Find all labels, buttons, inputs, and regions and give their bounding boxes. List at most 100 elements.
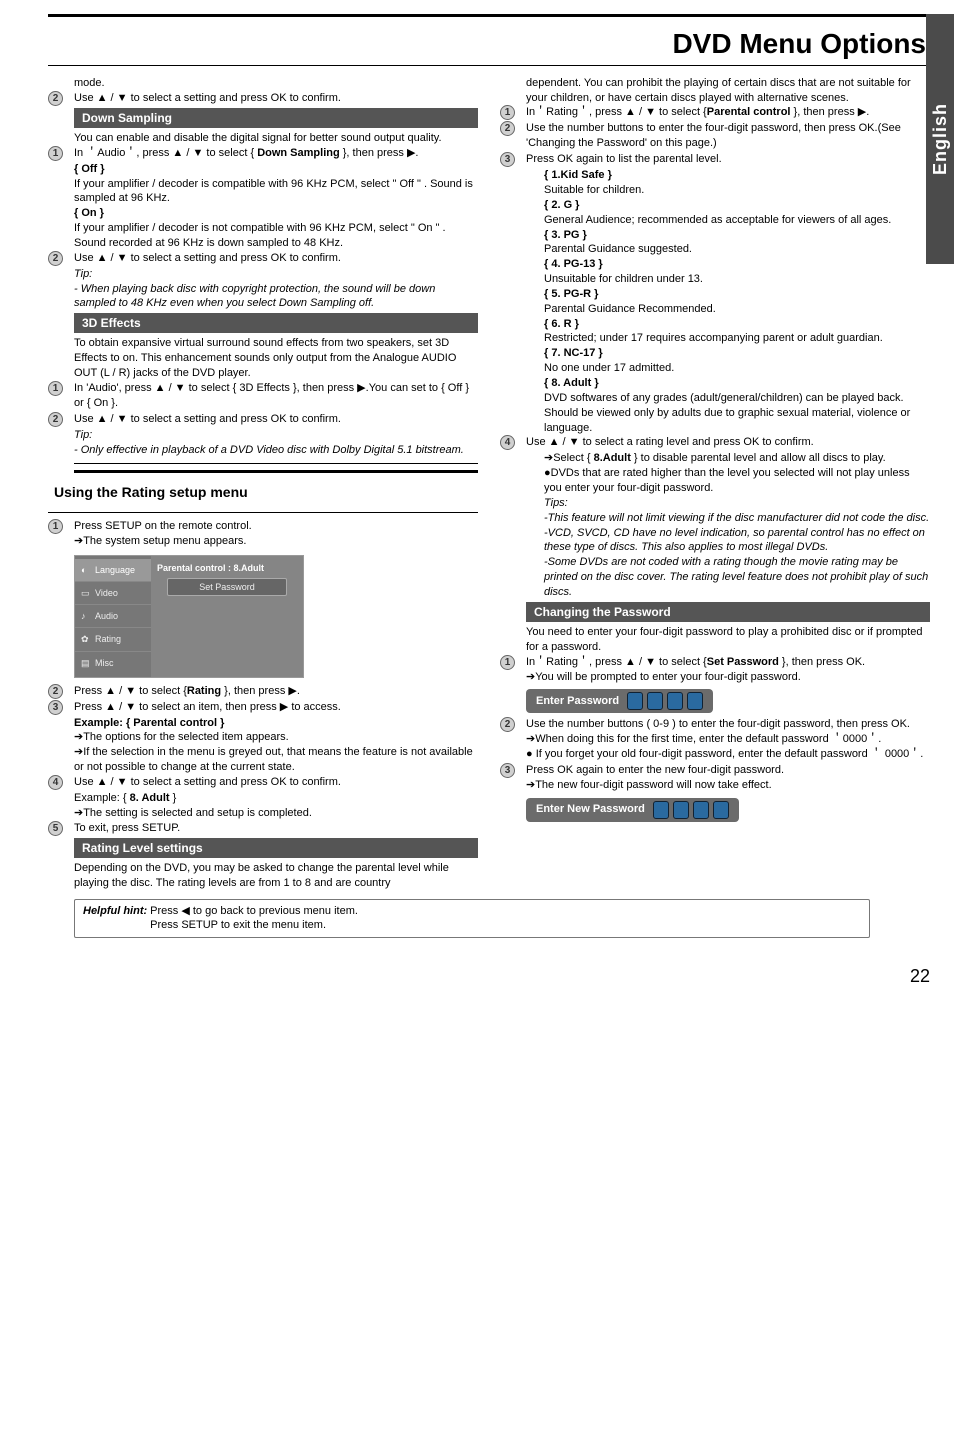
text: Restricted; under 17 requires accompanyi… (544, 331, 930, 346)
menu-tab: ◐Language (75, 559, 151, 582)
heading-down-sampling: Down Sampling (74, 108, 478, 128)
text: Press ▲ / ▼ to select an item, then pres… (74, 700, 478, 715)
text: Use ▲ / ▼ to select a setting and press … (74, 775, 478, 790)
text: mode. (48, 76, 478, 91)
hint-line: Press ◀ to go back to previous menu item… (150, 904, 358, 919)
text: ➔The system setup menu appears. (74, 534, 478, 549)
text: ➔The options for the selected item appea… (48, 730, 478, 745)
text: ➔The new four-digit password will now ta… (526, 778, 930, 793)
step-1-icon: 1 (48, 519, 63, 534)
tip-text: - When playing back disc with copyright … (48, 282, 478, 312)
text: In＇Rating＇, press ▲ / ▼ to select {Paren… (526, 105, 930, 120)
level-4: { 4. PG-13 } (544, 257, 930, 272)
text: Press OK again to enter the new four-dig… (526, 763, 930, 778)
menu-row: Parental control : 8.Adult (157, 562, 297, 574)
level-8: { 8. Adult } (544, 376, 930, 391)
page-number: 22 (910, 964, 930, 988)
menu-set-password-button: Set Password (167, 578, 287, 596)
text: DVD softwares of any grades (adult/gener… (544, 391, 930, 436)
text: dependent. You can prohibit the playing … (500, 76, 930, 106)
step-3-icon: 3 (500, 763, 515, 778)
text: No one under 17 admitted. (544, 361, 930, 376)
text: Parental Guidance suggested. (544, 242, 930, 257)
text: Use ▲ / ▼ to select a rating level and p… (526, 435, 930, 450)
text: ➔You will be prompted to enter your four… (526, 670, 930, 685)
text: Use the number buttons ( 0-9 ) to enter … (526, 717, 930, 732)
tip-text: - Only effective in playback of a DVD Vi… (48, 443, 478, 458)
language-tab: English (926, 14, 954, 264)
tip-text: -Some DVDs are not coded with a rating t… (544, 555, 930, 600)
level-3: { 3. PG } (544, 228, 930, 243)
tip-text: -This feature will not limit viewing if … (544, 511, 930, 526)
text: ➔Select { 8.Adult } to disable parental … (544, 451, 930, 466)
tip-label: Tip: (48, 428, 478, 443)
text: Example: { 8. Adult } (48, 791, 478, 806)
text: Use the number buttons to enter the four… (526, 121, 930, 151)
text: ➔If the selection in the menu is greyed … (48, 745, 478, 775)
text: You can enable and disable the digital s… (48, 131, 478, 146)
step-2-icon: 2 (48, 684, 63, 699)
step-3-icon: 3 (500, 152, 515, 167)
level-2: { 2. G } (544, 198, 930, 213)
step-3-icon: 3 (48, 700, 63, 715)
text: Use ▲ / ▼ to select a setting and press … (74, 412, 478, 427)
menu-tab: ✿Rating (75, 628, 151, 651)
text: In＇Rating＇, press ▲ / ▼ to select {Set P… (526, 655, 930, 670)
text: Depending on the DVD, you may be asked t… (48, 861, 478, 891)
menu-tab: ▭Video (75, 582, 151, 605)
enter-new-password-box: Enter New Password (526, 798, 739, 822)
step-1-icon: 1 (48, 146, 63, 161)
step-5-icon: 5 (48, 821, 63, 836)
text: If your amplifier / decoder is not compa… (48, 221, 478, 251)
tip-label: Tip: (48, 267, 478, 282)
level-7: { 7. NC-17 } (544, 346, 930, 361)
text: Parental Guidance Recommended. (544, 302, 930, 317)
text: ● If you forget your old four-digit pass… (526, 747, 930, 762)
heading-change-password: Changing the Password (526, 602, 930, 622)
text: ➔The setting is selected and setup is co… (48, 806, 478, 821)
option-off: { Off } (48, 162, 478, 177)
text: Use ▲ / ▼ to select a setting and press … (74, 251, 478, 266)
page-title: DVD Menu Options (48, 19, 930, 65)
example-label: Example: { Parental control } (48, 716, 478, 731)
text: Press ▲ / ▼ to select {Rating }, then pr… (74, 684, 478, 699)
hint-line: Press SETUP to exit the menu item. (150, 918, 358, 933)
text: You need to enter your four-digit passwo… (500, 625, 930, 655)
text: Press SETUP on the remote control. (74, 519, 478, 534)
menu-tab: ♪Audio (75, 605, 151, 628)
text: In ＇Audio＇, press ▲ / ▼ to select { Down… (74, 146, 478, 161)
step-2-icon: 2 (48, 251, 63, 266)
text: To exit, press SETUP. (74, 821, 478, 836)
text: Use ▲ / ▼ to select a setting and press … (74, 91, 478, 106)
level-5: { 5. PG-R } (544, 287, 930, 302)
step-4-icon: 4 (500, 435, 515, 450)
text: Suitable for children. (544, 183, 930, 198)
tips-label: Tips: (544, 496, 930, 511)
step-2-icon: 2 (48, 412, 63, 427)
enter-new-password-label: Enter New Password (536, 802, 645, 817)
level-6: { 6. R } (544, 317, 930, 332)
step-2-icon: 2 (48, 91, 63, 106)
heading-rating-level: Rating Level settings (74, 838, 478, 858)
enter-password-label: Enter Password (536, 694, 619, 709)
step-4-icon: 4 (48, 775, 63, 790)
heading-3d-effects: 3D Effects (74, 313, 478, 333)
heading-rating-setup: Using the Rating setup menu (54, 483, 478, 502)
step-1-icon: 1 (500, 105, 515, 120)
text: If your amplifier / decoder is compatibl… (48, 177, 478, 207)
text: To obtain expansive virtual surround sou… (48, 336, 478, 381)
step-1-icon: 1 (500, 655, 515, 670)
text: Press OK again to list the parental leve… (526, 152, 930, 167)
text: In 'Audio', press ▲ / ▼ to select { 3D E… (74, 381, 478, 411)
text: Unsuitable for children under 13. (544, 272, 930, 287)
text: General Audience; recommended as accepta… (544, 213, 930, 228)
text: ➔When doing this for the first time, ent… (526, 732, 930, 747)
level-1: { 1.Kid Safe } (544, 168, 930, 183)
tip-text: -VCD, SVCD, CD have no level indication,… (544, 526, 930, 556)
step-1-icon: 1 (48, 381, 63, 396)
step-2-icon: 2 (500, 121, 515, 136)
enter-password-box: Enter Password (526, 689, 713, 713)
menu-tab: ▤Misc (75, 652, 151, 674)
step-2-icon: 2 (500, 717, 515, 732)
setup-menu-illustration: ◐Language ▭Video ♪Audio ✿Rating ▤Misc Pa… (74, 555, 304, 678)
